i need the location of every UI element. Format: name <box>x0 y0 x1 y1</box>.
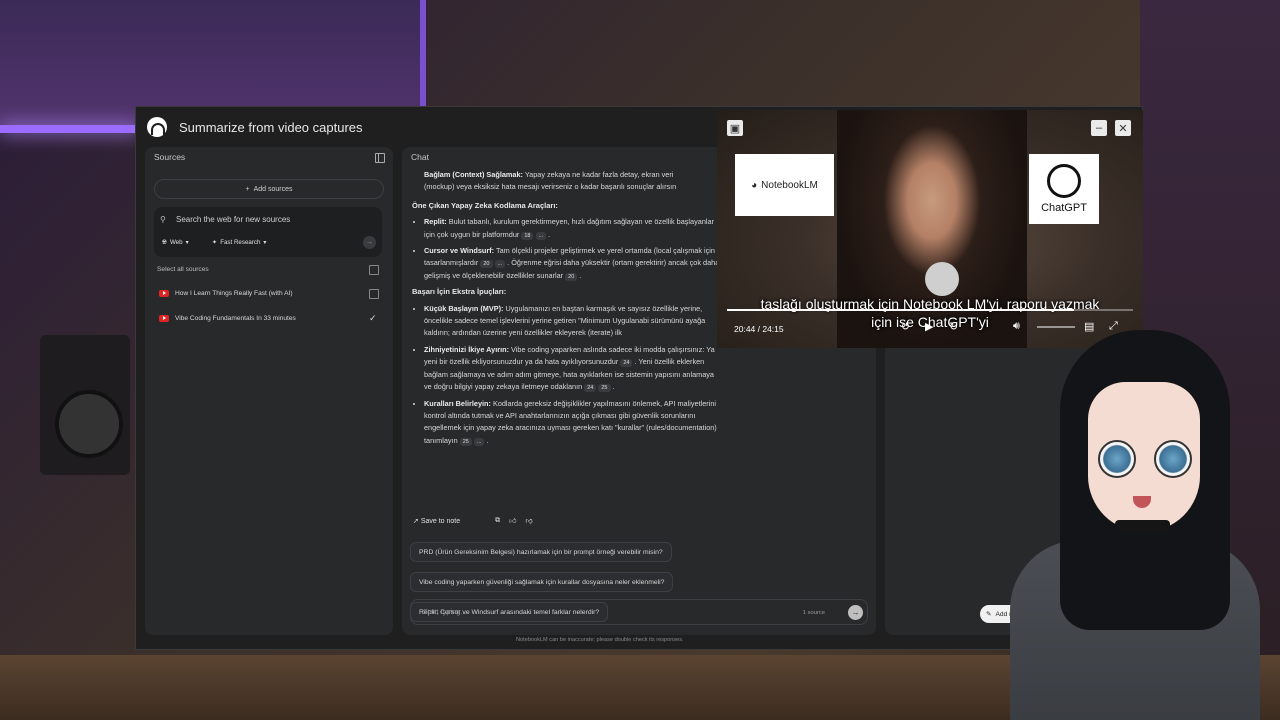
citation-badge[interactable]: 24 <box>620 359 633 368</box>
video-player[interactable]: ◕ NotebookLM ChatGPT ▣ – ✕ taslağı oluşt… <box>717 110 1143 348</box>
chat-heading: Chat <box>411 152 429 162</box>
globe-icon: 🌐︎ <box>162 238 167 246</box>
background-neon-light <box>0 125 140 133</box>
checkmark-icon: ✓ <box>369 313 377 323</box>
play-icon[interactable]: ▶ <box>925 320 933 333</box>
collapse-panel-icon[interactable] <box>375 153 385 163</box>
chevron-down-icon: ▾ <box>185 239 189 246</box>
youtube-icon <box>159 289 169 297</box>
section-heading: Başarı İçin Ekstra İpuçları: <box>412 287 507 297</box>
chevron-down-icon: ▾ <box>263 239 267 246</box>
save-to-note-button[interactable]: ➚ Save to note <box>413 517 460 525</box>
citation-badge[interactable]: 20 <box>480 260 493 269</box>
microphone-image <box>925 262 959 296</box>
citation-more[interactable]: ... <box>473 437 485 446</box>
source-item[interactable]: How I Learn Things Really Fast (with AI) <box>159 287 293 299</box>
chat-input[interactable]: Start typing... <box>423 607 467 616</box>
web-chip-label: Web <box>169 239 183 246</box>
citation-badge[interactable]: 25 <box>459 437 472 446</box>
source-title: Vibe Coding Fundamentals In 33 minutes <box>175 314 296 322</box>
citation-more[interactable]: ... <box>494 260 506 269</box>
video-progress-bar[interactable] <box>727 309 1133 311</box>
thumbs-down-icon[interactable]: 👎︎ <box>525 516 532 525</box>
back-to-tab-icon[interactable]: ▣ <box>727 120 743 136</box>
avatar-eye <box>1154 440 1192 478</box>
suggested-question[interactable]: Vibe coding yaparken güvenliği sağlamak … <box>410 572 674 592</box>
research-mode-dropdown[interactable]: ✦ Fast Research ▾ <box>212 236 267 249</box>
sources-heading: Sources <box>154 152 186 162</box>
source-checkbox-checked[interactable]: ✓ <box>369 313 377 323</box>
volume-slider[interactable] <box>1037 326 1075 328</box>
section-heading: Öne Çıkan Yapay Zeka Kodlama Araçları: <box>412 200 558 210</box>
list-item: Kuralları Belirleyin: Kodlarda gereksiz … <box>424 398 722 448</box>
web-source-dropdown[interactable]: 🌐︎ Web ▾ <box>162 236 189 249</box>
source-title: How I Learn Things Really Fast (with AI) <box>175 289 293 297</box>
suggested-question[interactable]: PRD (Ürün Gereksinim Belgesi) hazırlamak… <box>410 542 672 562</box>
tips-list: Küçük Başlayın (MVP): Uygulamanızı en ba… <box>412 303 722 447</box>
notebooklm-logo-icon[interactable] <box>147 117 167 137</box>
select-all-label: Select all sources <box>157 266 209 273</box>
video-progress-fill <box>727 309 1075 311</box>
avatar-choker <box>1115 520 1170 532</box>
disclaimer-text: NotebookLM can be inaccurate; please dou… <box>516 637 684 643</box>
close-button[interactable]: ✕ <box>1115 120 1131 136</box>
search-icon: ⚲ <box>160 215 166 224</box>
citation-badge[interactable]: 25 <box>598 384 611 393</box>
sources-panel: Sources + Add sources ⚲ Search the web f… <box>145 147 393 635</box>
select-all-checkbox[interactable] <box>369 265 379 275</box>
citation-badge[interactable]: 24 <box>584 384 597 393</box>
arrow-right-icon: → <box>851 608 860 617</box>
sparkle-search-icon: ✦ <box>212 239 218 246</box>
source-checkbox[interactable] <box>369 289 379 299</box>
web-search-box: ⚲ Search the web for new sources 🌐︎ Web … <box>154 207 382 257</box>
thumbs-up-icon[interactable]: 👍︎ <box>509 516 516 525</box>
copy-icon[interactable]: ⧉ <box>495 517 500 525</box>
list-item: Cursor ve Windsurf: Tam ölçekli projeler… <box>424 245 722 282</box>
background-speaker <box>40 335 130 475</box>
submit-search-button[interactable]: → <box>363 236 376 249</box>
citation-more[interactable]: ... <box>535 231 547 240</box>
plus-icon: + <box>245 185 250 193</box>
tool-list: Replit: Bulut tabanlı, kurulum gerektirm… <box>412 216 722 282</box>
avatar-eye <box>1098 440 1136 478</box>
chatgpt-logo: ChatGPT <box>1029 154 1099 224</box>
forward-icon[interactable]: ↻ <box>949 320 958 333</box>
citation-badge[interactable]: 18 <box>521 231 534 240</box>
source-count: 1 source <box>802 610 825 616</box>
chat-response: Bağlam (Context) Sağlamak: Yapay zekaya … <box>412 169 722 451</box>
presenter-image <box>837 110 1027 348</box>
add-sources-label: Add sources <box>253 185 293 193</box>
search-input[interactable]: Search the web for new sources <box>176 215 290 224</box>
arrow-right-icon: → <box>366 239 373 246</box>
send-button[interactable]: → <box>848 605 863 620</box>
rewind-icon[interactable]: ↺ <box>901 320 910 333</box>
notebooklm-logo-icon: ◕ <box>751 179 758 191</box>
openai-knot-icon <box>1047 164 1081 198</box>
citation-badge[interactable]: 20 <box>565 272 578 281</box>
minimize-button[interactable]: – <box>1091 120 1107 136</box>
notebooklm-logo: ◕ NotebookLM <box>735 154 834 216</box>
add-sources-button[interactable]: + Add sources <box>154 179 384 199</box>
youtube-icon <box>159 314 169 322</box>
source-item[interactable]: Vibe Coding Fundamentals In 33 minutes <box>159 312 296 324</box>
vtuber-avatar <box>990 330 1260 720</box>
video-time: 20:44 / 24:15 <box>734 324 784 334</box>
notebook-title[interactable]: Summarize from video captures <box>179 120 363 135</box>
chat-input-box[interactable]: Start typing... 1 source → <box>410 599 868 625</box>
fast-research-label: Fast Research <box>220 239 261 246</box>
response-text: Bağlam (Context) Sağlamak: Yapay zekaya … <box>424 170 677 192</box>
list-item: Replit: Bulut tabanlı, kurulum gerektirm… <box>424 216 722 241</box>
list-item: Küçük Başlayın (MVP): Uygulamanızı en ba… <box>424 303 722 340</box>
list-item: Zihniyetinizi İkiye Ayırın: Vibe coding … <box>424 344 722 394</box>
message-actions: ➚ Save to note ⧉ 👍︎ 👎︎ <box>413 516 533 526</box>
pin-icon: ➚ <box>413 517 419 525</box>
